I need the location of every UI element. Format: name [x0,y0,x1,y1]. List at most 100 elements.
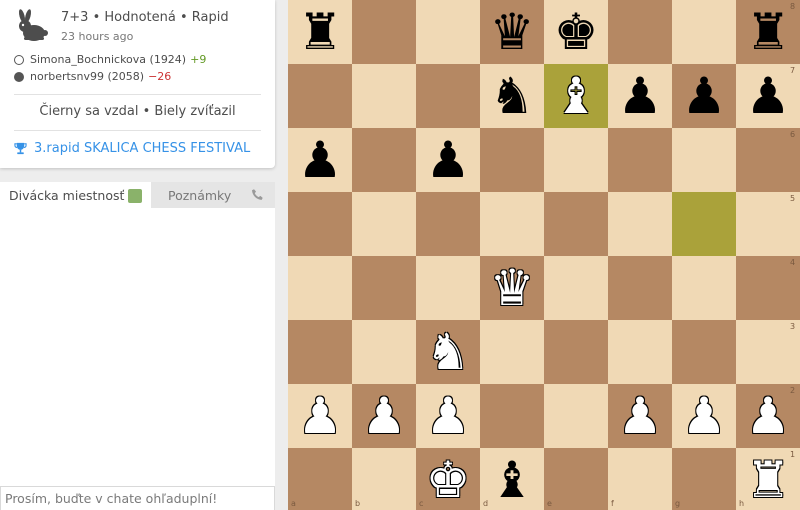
square-f8[interactable] [608,0,672,64]
black-player[interactable]: norbertsnv99 (2058) −26 [14,70,171,83]
square-d4[interactable] [480,256,544,320]
square-c1[interactable] [416,448,480,510]
square-c5[interactable] [416,192,480,256]
rank-label-2: 2 [790,386,796,395]
white-player-name[interactable]: Simona_Bochnickova (1924) [30,53,186,66]
square-g3[interactable] [672,320,736,384]
file-label-c: c [419,499,424,508]
file-label-a: a [291,499,296,508]
square-e4[interactable] [544,256,608,320]
game-title: 7+3 • Hodnotená • Rapid [61,10,229,25]
square-c3[interactable] [416,320,480,384]
square-c7[interactable] [416,64,480,128]
tab-spectator-label: Divácka miestnosť [9,188,125,203]
square-b2[interactable] [352,384,416,448]
square-c4[interactable] [416,256,480,320]
square-f4[interactable] [608,256,672,320]
square-d8[interactable] [480,0,544,64]
square-f7[interactable] [608,64,672,128]
file-label-f: f [611,499,614,508]
square-e3[interactable] [544,320,608,384]
divider [14,94,261,95]
square-f5[interactable] [608,192,672,256]
rank-label-6: 6 [790,130,796,139]
square-g2[interactable] [672,384,736,448]
rank-label-7: 7 [790,66,796,75]
tab-notes-label: Poznámky [168,188,232,203]
square-a6[interactable] [288,128,352,192]
chat-messages [0,208,275,486]
square-f3[interactable] [608,320,672,384]
square-g6[interactable] [672,128,736,192]
rank-label-3: 3 [790,322,796,331]
square-g5[interactable] [672,192,736,256]
black-player-name[interactable]: norbertsnv99 (2058) [30,70,144,83]
square-f2[interactable] [608,384,672,448]
square-d3[interactable] [480,320,544,384]
square-a1[interactable] [288,448,352,510]
rapid-rabbit-icon [18,9,48,41]
square-e5[interactable] [544,192,608,256]
square-d2[interactable] [480,384,544,448]
tournament-link[interactable]: 3.rapid SKALICA CHESS FESTIVAL [14,141,250,156]
file-label-g: g [675,499,681,508]
game-result: Čierny sa vzdal • Biely zvíťazil [39,104,236,119]
square-e7[interactable] [544,64,608,128]
phone-icon[interactable] [251,188,265,202]
tab-spectator-room[interactable]: Divácka miestnosť [0,182,151,208]
square-a3[interactable] [288,320,352,384]
square-e8[interactable] [544,0,608,64]
square-b6[interactable] [352,128,416,192]
square-f1[interactable] [608,448,672,510]
game-timestamp: 23 hours ago [61,30,134,43]
square-b4[interactable] [352,256,416,320]
file-label-d: d [483,499,489,508]
file-label-e: e [547,499,552,508]
chat-input[interactable] [0,486,275,510]
square-g1[interactable] [672,448,736,510]
square-f6[interactable] [608,128,672,192]
square-d7[interactable] [480,64,544,128]
square-d5[interactable] [480,192,544,256]
white-color-icon [14,54,24,65]
square-g4[interactable] [672,256,736,320]
square-a4[interactable] [288,256,352,320]
square-a7[interactable] [288,64,352,128]
divider [14,130,261,131]
rank-label-5: 5 [790,194,796,203]
rank-label-8: 8 [790,2,796,11]
square-g8[interactable] [672,0,736,64]
square-c2[interactable] [416,384,480,448]
square-a2[interactable] [288,384,352,448]
square-c8[interactable] [416,0,480,64]
trophy-icon [14,142,27,155]
white-rating-diff: +9 [190,53,207,66]
square-b3[interactable] [352,320,416,384]
square-b8[interactable] [352,0,416,64]
chess-board[interactable]: a b c d e f g h 8 7 6 5 4 3 2 1 ♜ ♛ ♚ ♜ ♞ ♝ ♟ ♟ ♟ ♟ ♟ ♛ ♞ ♟ ♟ ♟ ♟ ♟ ♟ ♚ ♝ ♜ [288,0,800,510]
square-b7[interactable] [352,64,416,128]
square-a5[interactable] [288,192,352,256]
tournament-name[interactable]: 3.rapid SKALICA CHESS FESTIVAL [34,141,250,156]
square-b1[interactable] [352,448,416,510]
rank-label-1: 1 [790,450,796,459]
square-e6[interactable] [544,128,608,192]
square-e2[interactable] [544,384,608,448]
black-color-icon [14,71,24,82]
square-d6[interactable] [480,128,544,192]
white-player[interactable]: Simona_Bochnickova (1924) +9 [14,53,206,66]
file-label-h: h [739,499,745,508]
square-b5[interactable] [352,192,416,256]
game-info-card: 7+3 • Hodnotená • Rapid 23 hours ago Sim… [0,0,275,168]
file-label-b: b [355,499,361,508]
rank-label-4: 4 [790,258,796,267]
chat-tabs: Divácka miestnosť Poznámky [0,182,275,208]
square-d1[interactable] [480,448,544,510]
square-a8[interactable] [288,0,352,64]
black-rating-diff: −26 [148,70,172,83]
square-e1[interactable] [544,448,608,510]
square-c6[interactable] [416,128,480,192]
chat-enable-checkbox[interactable] [128,189,142,203]
tab-notes[interactable]: Poznámky [151,182,275,208]
square-g7[interactable] [672,64,736,128]
